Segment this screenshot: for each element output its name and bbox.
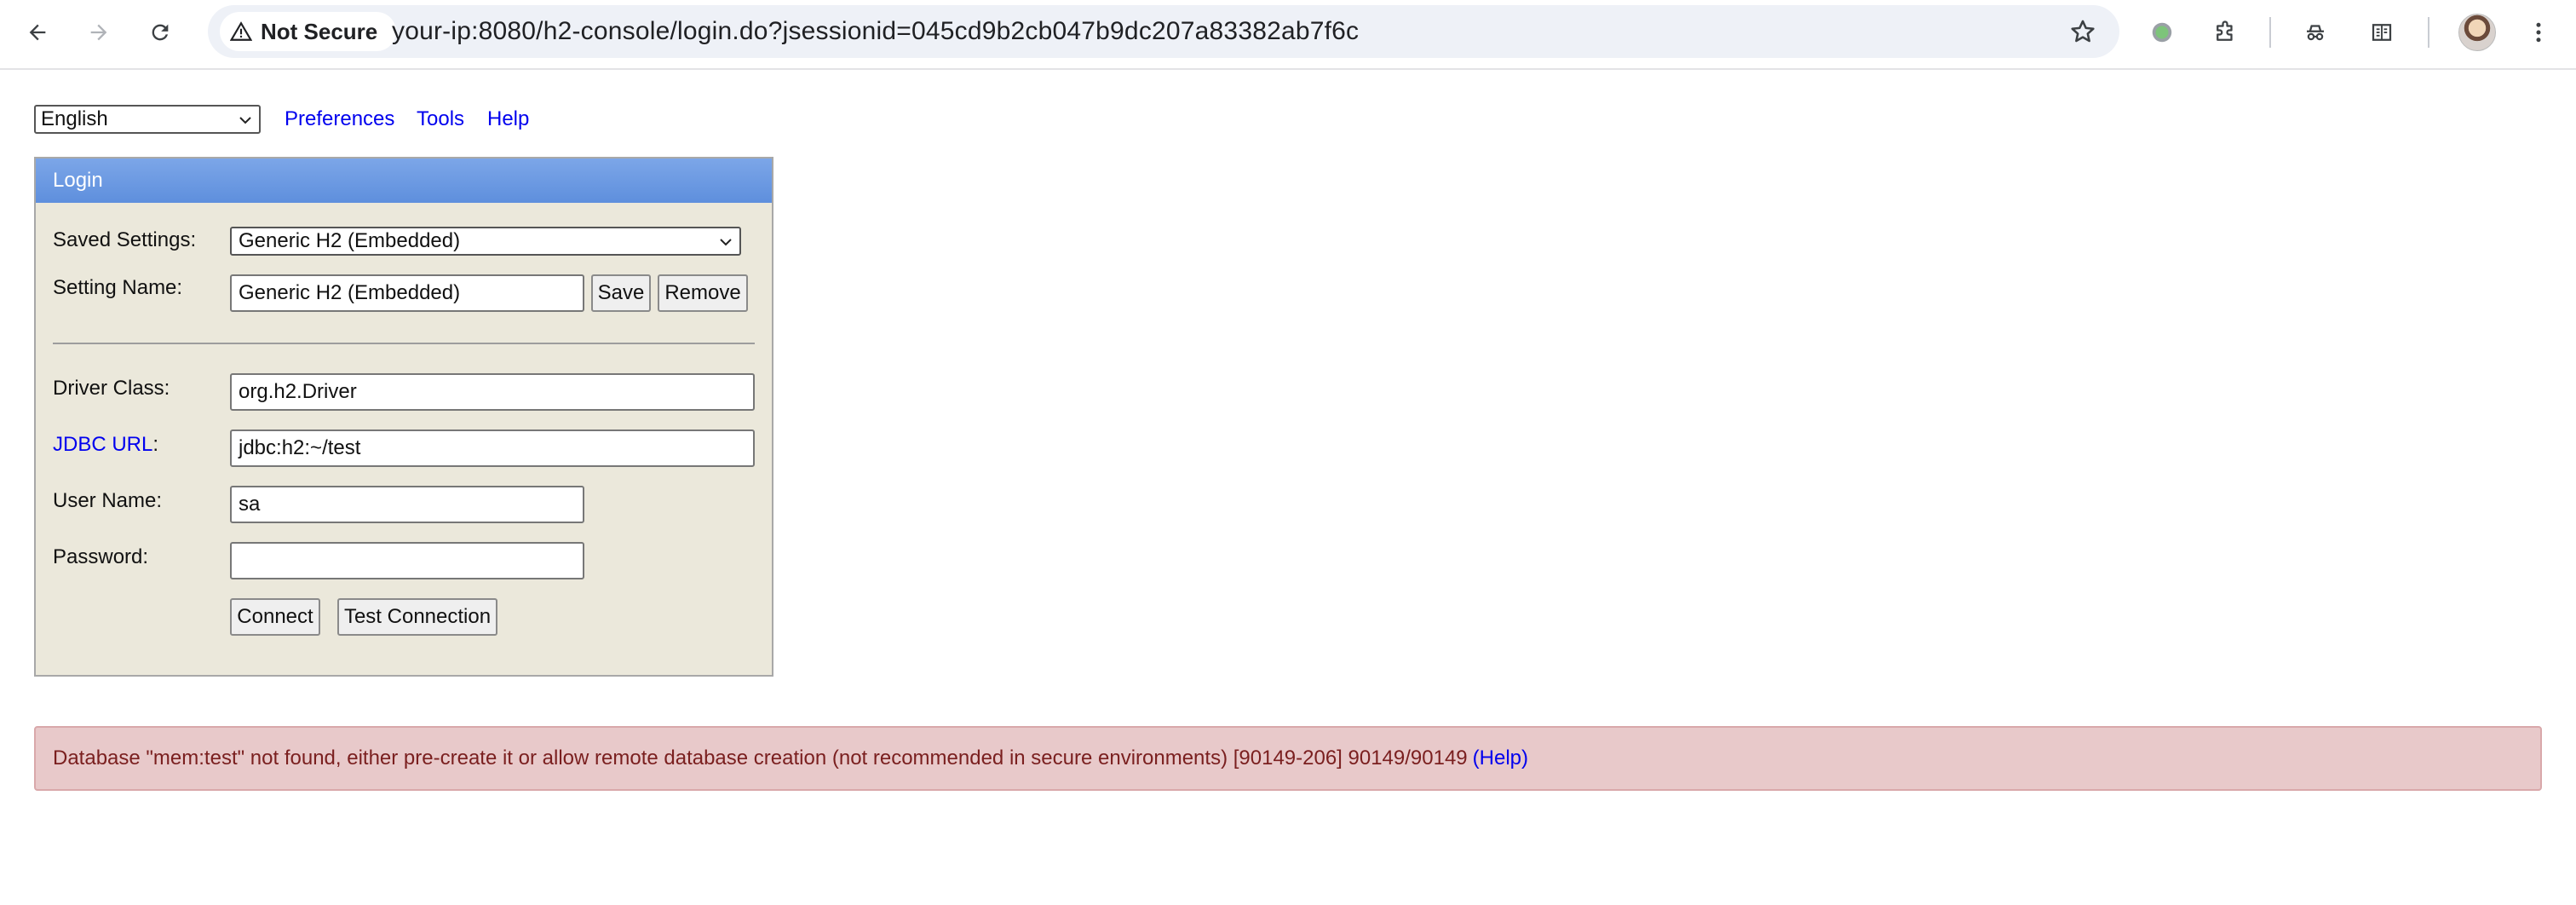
preferences-link[interactable]: Preferences — [285, 107, 394, 131]
language-select-value: English — [41, 107, 108, 130]
incognito-button[interactable] — [2297, 14, 2334, 51]
driver-class-label: Driver Class: — [53, 377, 170, 400]
setting-name-input[interactable]: Generic H2 (Embedded) — [230, 274, 584, 312]
extension-status-icon — [2152, 22, 2172, 43]
security-label: Not Secure — [261, 18, 378, 44]
setting-name-label: Setting Name: — [53, 276, 183, 299]
login-header: Login — [36, 159, 772, 203]
error-text: Database "mem:test" not found, either pr… — [53, 746, 1468, 770]
user-name-input[interactable]: sa — [230, 486, 584, 523]
jdbc-url-input[interactable]: jdbc:h2:~/test — [230, 429, 755, 467]
user-name-label: User Name: — [53, 489, 163, 512]
saved-settings-value: Generic H2 (Embedded) — [239, 229, 461, 252]
back-button[interactable] — [19, 14, 56, 51]
forward-arrow-icon — [90, 24, 107, 41]
star-icon[interactable] — [2068, 17, 2097, 46]
remove-button[interactable]: Remove — [658, 274, 748, 312]
reading-list-button[interactable] — [2363, 14, 2401, 51]
toolbar-separator — [2269, 17, 2271, 48]
save-button[interactable]: Save — [591, 274, 651, 312]
password-label: Password: — [53, 545, 149, 568]
jdbc-url-colon: : — [152, 433, 159, 456]
forward-button[interactable] — [80, 14, 118, 51]
jdbc-url-link[interactable]: JDBC URL — [53, 433, 152, 456]
address-bar[interactable]: Not Secure your-ip:8080/h2-console/login… — [208, 5, 2119, 58]
puzzle-icon — [2217, 20, 2233, 41]
browser-toolbar: Not Secure your-ip:8080/h2-console/login… — [0, 0, 2576, 70]
login-panel: Login Saved Settings: Generic H2 (Embedd… — [34, 157, 773, 677]
password-input[interactable] — [230, 542, 584, 579]
back-arrow-icon — [29, 24, 46, 41]
help-link[interactable]: Help — [487, 107, 529, 131]
warning-triangle-icon — [230, 21, 252, 41]
menu-button[interactable] — [2520, 14, 2557, 51]
chevron-down-icon — [239, 117, 251, 124]
connect-button[interactable]: Connect — [230, 598, 320, 636]
saved-settings-label: Saved Settings: — [53, 228, 197, 251]
reload-button[interactable] — [141, 14, 179, 51]
toolbar-separator — [2428, 17, 2429, 48]
divider — [53, 343, 755, 344]
saved-settings-select[interactable]: Generic H2 (Embedded) — [230, 227, 741, 256]
tools-link[interactable]: Tools — [417, 107, 464, 131]
more-vert-icon — [2536, 22, 2541, 43]
extensions-button[interactable] — [2206, 14, 2244, 51]
extension-status-button[interactable] — [2143, 14, 2181, 51]
url-text[interactable]: your-ip:8080/h2-console/login.do?jsessio… — [392, 17, 1359, 46]
reading-list-icon — [2372, 24, 2392, 41]
reload-icon — [152, 24, 169, 41]
chevron-down-icon — [720, 239, 732, 246]
error-help-link[interactable]: (Help) — [1473, 746, 1528, 770]
test-connection-button[interactable]: Test Connection — [337, 598, 497, 636]
jdbc-url-label: JDBC URL: — [53, 433, 158, 457]
driver-class-input[interactable]: org.h2.Driver — [230, 373, 755, 411]
error-message: Database "mem:test" not found, either pr… — [34, 726, 2542, 791]
avatar[interactable] — [2458, 14, 2496, 51]
incognito-icon — [2307, 25, 2324, 41]
security-chip[interactable]: Not Secure — [220, 12, 397, 51]
language-select[interactable]: English — [34, 105, 261, 134]
